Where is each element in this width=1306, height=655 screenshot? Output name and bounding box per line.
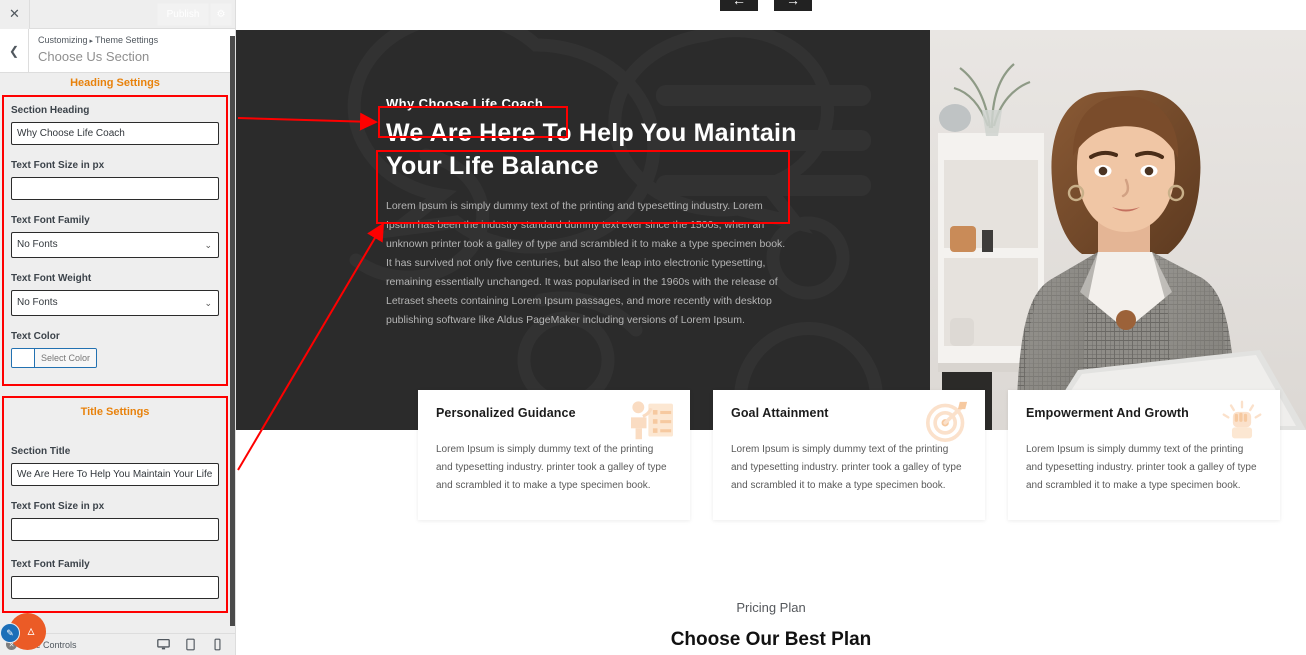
field-label: Text Font Family [11, 559, 90, 570]
customizer-header: ❮ Customizing ▸ Theme Settings Choose Us S… [0, 29, 235, 73]
raised-fist-icon [1222, 400, 1262, 439]
breadcrumb-separator-icon: ▸ [89, 38, 94, 45]
section-heading-input[interactable] [11, 122, 219, 145]
field-section-heading: Section Heading [11, 105, 219, 145]
group-title-heading-settings: Heading Settings [70, 77, 160, 89]
field-label: Text Color [11, 331, 60, 342]
feature-card[interactable]: Empowerment And Growth Lorem Ipsum is si… [1008, 390, 1280, 520]
customizer-controls-scroll[interactable]: Heading Settings Section Heading Text Fo… [0, 73, 230, 633]
feature-card[interactable]: Goal Attainment Lorem Ipsum is simply du… [713, 390, 985, 520]
section-paragraph-text: Lorem Ipsum is simply dummy text of the … [386, 200, 786, 326]
field-label: Text Font Size in px [11, 501, 105, 512]
field-heading-font-weight: Text Font Weight No Fonts ⌄ [11, 273, 219, 316]
field-title-font-family: Text Font Family [11, 559, 219, 599]
select-value: No Fonts [17, 239, 58, 250]
page-title: Choose Us Section [38, 49, 150, 64]
feature-card[interactable]: Personalized Guidance Lorem Ipsum is sim… [418, 390, 690, 520]
publish-button[interactable]: Publish [157, 2, 209, 26]
annotated-group-heading-settings: Section Heading Text Font Size in px Tex… [2, 95, 228, 386]
section-title-text: We Are Here To Help You Maintain Your Li… [386, 119, 797, 180]
field-label: Section Heading [11, 105, 90, 116]
field-label: Text Font Family [11, 215, 90, 226]
slider-nav: ← → [720, 0, 812, 11]
desktop-icon[interactable] [157, 638, 170, 651]
field-title-font-size: Text Font Size in px [11, 501, 219, 541]
floating-action-area: ▵ ✎ [0, 608, 60, 655]
tablet-icon[interactable] [184, 638, 197, 651]
pricing-section: Pricing Plan Choose Our Best Plan [236, 600, 1306, 651]
chevron-down-icon: ⌄ [204, 298, 212, 308]
group-title-title-settings: Title Settings [80, 406, 150, 418]
title-font-size-input[interactable] [11, 518, 219, 541]
card-text: Lorem Ipsum is simply dummy text of the … [436, 444, 667, 491]
breadcrumb-parent[interactable]: Theme Settings [95, 35, 158, 45]
pencil-edit-icon[interactable]: ✎ [0, 623, 20, 643]
section-title-input[interactable] [11, 463, 219, 486]
card-text: Lorem Ipsum is simply dummy text of the … [1026, 444, 1257, 491]
hero-content: Why Choose Life Coach We Are Here To Hel… [386, 90, 806, 330]
pricing-eyebrow: Pricing Plan [736, 600, 806, 615]
device-preview-buttons [157, 638, 230, 651]
chevron-up-icon: ▵ [27, 622, 35, 638]
annotated-group-title-settings: Title Settings Section Title Text Font S… [2, 396, 228, 613]
card-text: Lorem Ipsum is simply dummy text of the … [731, 444, 962, 491]
field-label: Section Title [11, 446, 71, 457]
field-label: Text Font Weight [11, 273, 92, 284]
select-value: No Fonts [17, 297, 58, 308]
field-heading-font-size: Text Font Size in px [11, 160, 219, 200]
chevron-left-icon[interactable]: ❮ [0, 29, 29, 72]
field-section-title: Section Title [11, 446, 219, 486]
customizer-sidebar: ✕ Publish ⚙ ❮ Customizing ▸ Theme Settings… [0, 0, 236, 655]
heading-text-color-picker[interactable]: Select Color [11, 348, 98, 368]
arrow-left-icon[interactable]: ← [720, 0, 758, 11]
gear-icon[interactable]: ⚙ [210, 2, 232, 26]
color-swatch[interactable] [12, 349, 35, 367]
presentation-checklist-icon [631, 401, 673, 440]
close-icon[interactable]: ✕ [0, 0, 30, 29]
field-heading-text-color: Text Color Select Color [11, 331, 219, 372]
field-heading-font-family: Text Font Family No Fonts ⌄ [11, 215, 219, 258]
select-color-label: Select Color [35, 349, 97, 367]
arrow-right-icon[interactable]: → [774, 0, 812, 11]
title-font-family-input[interactable] [11, 576, 219, 599]
target-dart-icon [926, 401, 968, 442]
choose-us-hero-section: Why Choose Life Coach We Are Here To Hel… [236, 30, 1306, 430]
field-label: Text Font Size in px [11, 160, 105, 171]
chevron-down-icon: ⌄ [204, 240, 212, 250]
customizer-topbar: ✕ Publish ⚙ [0, 0, 235, 29]
site-preview-frame[interactable]: ← → [236, 0, 1306, 655]
mobile-icon[interactable] [211, 638, 224, 651]
feature-cards: Personalized Guidance Lorem Ipsum is sim… [418, 390, 1280, 520]
heading-font-size-input[interactable] [11, 177, 219, 200]
heading-font-family-select[interactable]: No Fonts ⌄ [11, 232, 219, 258]
pricing-title: Choose Our Best Plan [670, 629, 872, 650]
screen-root: ✕ Publish ⚙ ❮ Customizing ▸ Theme Settings… [0, 0, 1306, 655]
heading-font-weight-select[interactable]: No Fonts ⌄ [11, 290, 219, 316]
breadcrumb-root[interactable]: Customizing [38, 35, 88, 45]
customizer-header-titles: Customizing ▸ Theme Settings Choose Us Sec… [29, 29, 158, 72]
section-heading-text: Why Choose Life Coach [386, 96, 544, 111]
woman-at-laptop-photo [930, 30, 1306, 430]
breadcrumb: Customizing ▸ Theme Settings [38, 34, 158, 48]
